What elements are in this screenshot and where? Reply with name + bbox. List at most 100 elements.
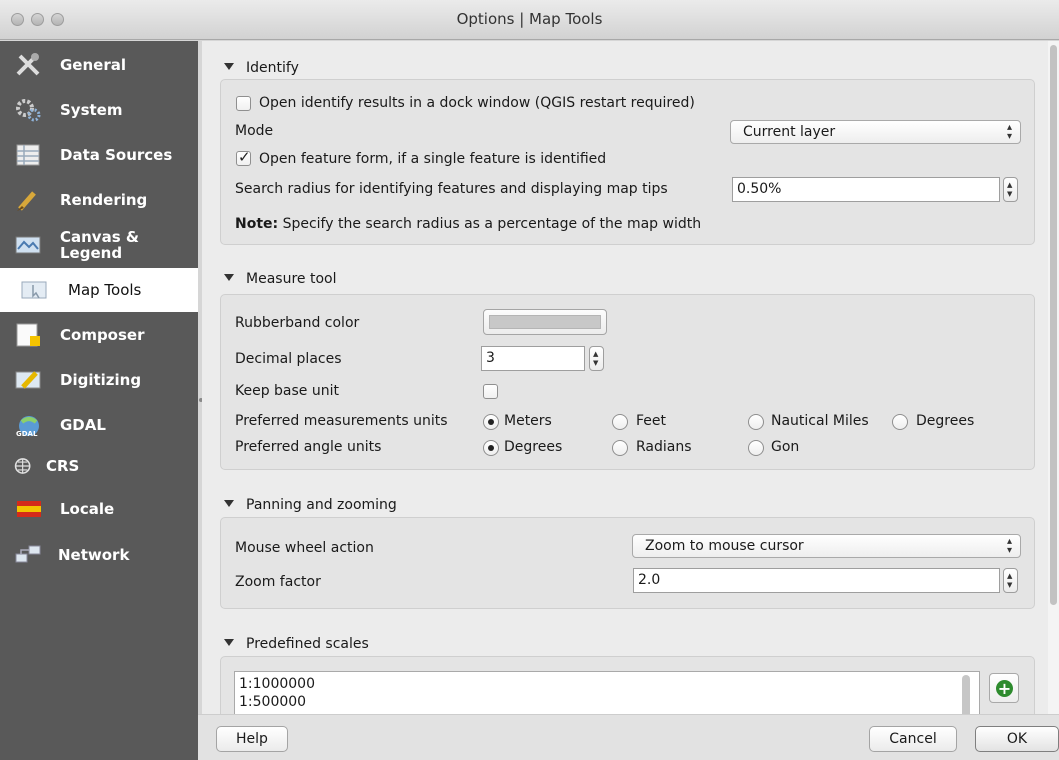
- decimal-places-value: 3: [486, 350, 495, 366]
- search-radius-stepper[interactable]: ▲ ▼: [1003, 177, 1018, 202]
- ok-button[interactable]: OK: [975, 726, 1059, 752]
- canvas-label-line2: Legend: [60, 244, 123, 262]
- sidebar-item-label: CRS: [46, 457, 80, 475]
- angle-degrees-label: Degrees: [504, 439, 563, 455]
- sidebar-item-label: System: [60, 101, 123, 119]
- keep-base-unit-checkbox[interactable]: [483, 384, 498, 399]
- sidebar-item-composer[interactable]: Composer: [0, 313, 198, 357]
- sidebar-item-data-sources[interactable]: Data Sources: [0, 133, 198, 177]
- zoom-factor-stepper[interactable]: ▲ ▼: [1003, 568, 1018, 593]
- units-meters-label: Meters: [504, 413, 552, 429]
- flag-icon: [17, 501, 41, 517]
- gdal-icon: GDAL: [16, 416, 39, 438]
- list-item[interactable]: 1:1000000: [239, 676, 315, 692]
- updown-arrows-icon: ▴ ▾: [1006, 122, 1012, 142]
- sidebar-item-digitizing[interactable]: Digitizing: [0, 358, 198, 402]
- note-text: Note: Specify the search radius as a per…: [235, 215, 701, 233]
- help-button[interactable]: Help: [216, 726, 288, 752]
- panning-section-header[interactable]: Panning and zooming: [224, 497, 397, 515]
- sidebar-item-locale[interactable]: Locale: [0, 487, 198, 531]
- dock-window-label: Open identify results in a dock window (…: [259, 95, 695, 111]
- angle-units-label: Preferred angle units: [235, 439, 382, 455]
- measure-section-header[interactable]: Measure tool: [224, 271, 336, 289]
- digitizing-pencil-icon: [15, 371, 41, 389]
- mouse-wheel-label: Mouse wheel action: [235, 540, 374, 556]
- angle-radians-label: Radians: [636, 439, 692, 455]
- add-scale-button[interactable]: +: [989, 673, 1019, 703]
- section-title: Predefined scales: [246, 636, 369, 652]
- sidebar-item-map-tools[interactable]: Map Tools: [0, 268, 198, 312]
- sidebar-item-label: Canvas & Legend: [60, 229, 139, 261]
- mouse-wheel-value: Zoom to mouse cursor: [645, 538, 804, 554]
- sidebar-item-label: Network: [58, 546, 130, 564]
- units-meters-radio[interactable]: [483, 414, 499, 430]
- sidebar-item-gdal[interactable]: GDAL GDAL: [0, 403, 198, 447]
- scales-section-header[interactable]: Predefined scales: [224, 636, 369, 654]
- rubberband-color-button[interactable]: [483, 309, 607, 335]
- svg-text:GDAL: GDAL: [16, 430, 38, 438]
- mode-select-value: Current layer: [743, 124, 836, 140]
- scales-list[interactable]: 1:1000000 1:500000: [234, 671, 980, 714]
- search-radius-value: 0.50%: [737, 181, 782, 197]
- units-degrees-label: Degrees: [916, 413, 975, 429]
- checkmark-icon: ✓: [238, 148, 251, 166]
- collapse-triangle-icon: [224, 500, 234, 507]
- list-item[interactable]: 1:500000: [239, 694, 306, 710]
- table-icon: [16, 144, 40, 166]
- decimal-places-label: Decimal places: [235, 351, 342, 367]
- search-radius-input[interactable]: 0.50%: [732, 177, 1000, 202]
- system-gear-icon: [16, 99, 41, 122]
- mouse-wheel-select[interactable]: Zoom to mouse cursor ▴ ▾: [632, 534, 1021, 558]
- sidebar-item-network[interactable]: Network: [0, 533, 198, 577]
- zoom-factor-input[interactable]: 2.0: [633, 568, 1000, 593]
- units-nautical-miles-label: Nautical Miles: [771, 413, 869, 429]
- sidebar-item-label: Locale: [60, 500, 115, 518]
- measure-group: Rubberband color Decimal places 3 ▲ ▼ Kee…: [220, 294, 1035, 470]
- canvas-map-icon: [15, 236, 41, 254]
- units-feet-radio[interactable]: [612, 414, 628, 430]
- zoom-factor-value: 2.0: [638, 572, 661, 588]
- zoom-factor-label: Zoom factor: [235, 574, 321, 590]
- decimal-places-stepper[interactable]: ▲ ▼: [589, 346, 604, 371]
- sidebar-item-general[interactable]: General: [0, 43, 198, 87]
- angle-degrees-radio[interactable]: [483, 440, 499, 456]
- measurement-units-label: Preferred measurements units: [235, 413, 448, 429]
- content-scrollbar[interactable]: [1048, 41, 1059, 714]
- sidebar-item-label: Map Tools: [68, 281, 142, 299]
- sidebar-item-crs[interactable]: CRS: [0, 444, 198, 488]
- updown-arrows-icon: ▴ ▾: [1006, 536, 1012, 556]
- section-title: Measure tool: [246, 271, 337, 287]
- sidebar-item-label: Digitizing: [60, 371, 142, 389]
- sidebar-item-label: Data Sources: [60, 146, 173, 164]
- scroll-thumb[interactable]: [1050, 45, 1057, 605]
- identify-section-header[interactable]: Identify: [224, 60, 299, 78]
- collapse-triangle-icon: [224, 63, 234, 70]
- collapse-triangle-icon: [224, 274, 234, 281]
- options-sidebar: General System Data Sources Rendering Ca…: [0, 41, 198, 760]
- feature-form-label: Open feature form, if a single feature i…: [259, 151, 607, 167]
- section-title: Identify: [246, 60, 299, 76]
- cancel-button[interactable]: Cancel: [869, 726, 957, 752]
- network-icon: [15, 545, 41, 563]
- sidebar-item-rendering[interactable]: Rendering: [0, 178, 198, 222]
- search-radius-label: Search radius for identifying features a…: [235, 181, 668, 197]
- composer-icon: [16, 323, 40, 347]
- angle-gon-label: Gon: [771, 439, 800, 455]
- units-degrees-radio[interactable]: [892, 414, 908, 430]
- map-tools-icon: [21, 281, 47, 299]
- title-bar: Options | Map Tools: [0, 0, 1059, 40]
- button-bar: Help Cancel OK: [198, 714, 1059, 760]
- dock-window-checkbox[interactable]: [236, 96, 251, 111]
- sidebar-item-label: Rendering: [60, 191, 148, 209]
- units-nautical-miles-radio[interactable]: [748, 414, 764, 430]
- paintbrush-icon: [17, 191, 36, 211]
- decimal-places-input[interactable]: 3: [481, 346, 585, 371]
- angle-gon-radio[interactable]: [748, 440, 764, 456]
- angle-radians-radio[interactable]: [612, 440, 628, 456]
- general-tools-icon: [16, 53, 40, 76]
- sidebar-item-canvas-legend[interactable]: Canvas & Legend: [0, 223, 198, 267]
- mode-label: Mode: [235, 123, 274, 139]
- sidebar-item-system[interactable]: System: [0, 88, 198, 132]
- feature-form-checkbox[interactable]: ✓: [236, 148, 251, 166]
- mode-select[interactable]: Current layer ▴ ▾: [730, 120, 1021, 144]
